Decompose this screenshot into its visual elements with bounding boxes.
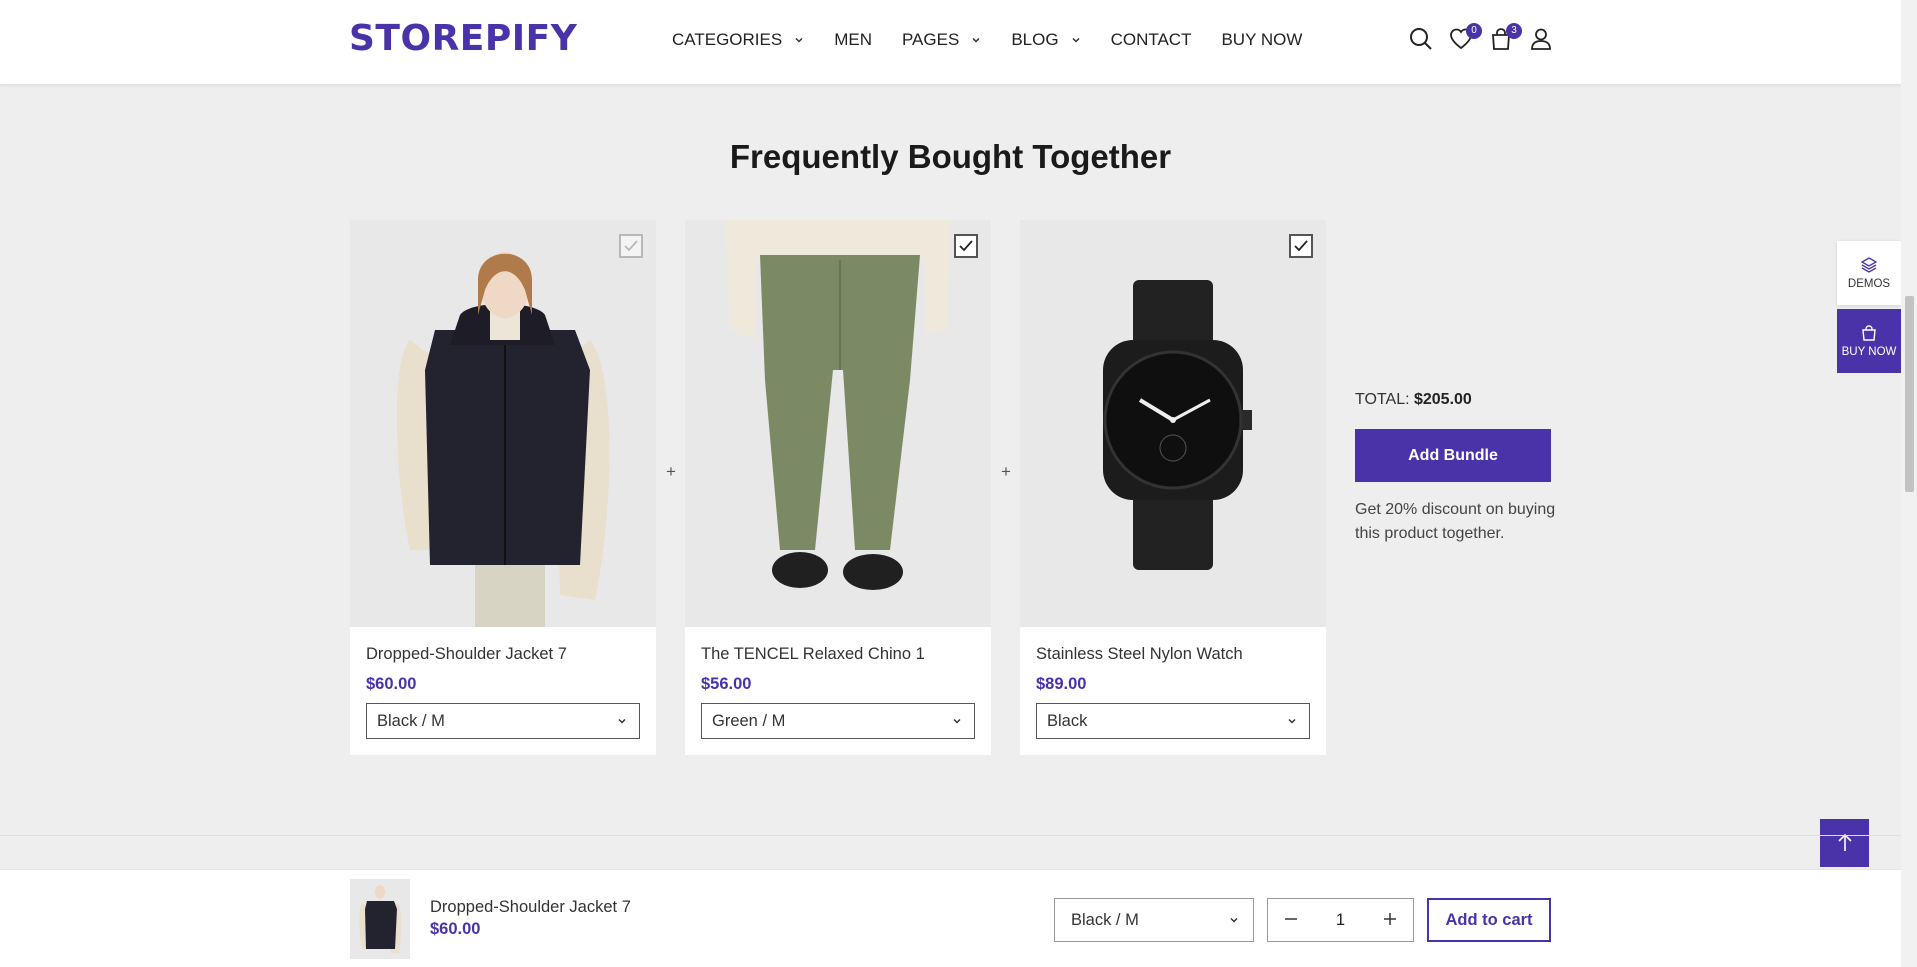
variant-select[interactable]: Black — [1036, 703, 1310, 739]
bundle-discount-note: Get 20% discount on buying this product … — [1355, 501, 1556, 542]
demos-label: DEMOS — [1847, 278, 1891, 290]
nav-label: PAGES — [901, 30, 960, 49]
side-buy-now-button[interactable]: BUY NOW — [1837, 309, 1901, 373]
add-to-cart-button[interactable]: Add to cart — [1427, 898, 1551, 942]
product-price: $60.00 — [366, 675, 417, 693]
chevron-down-icon — [1230, 917, 1238, 923]
nav-item-categories[interactable]: CATEGORIES — [672, 30, 804, 50]
nav-item-blog[interactable]: BLOG — [1011, 30, 1080, 50]
main-nav: CATEGORIES MEN PAGES BLOG CONTACT BUY NO… — [672, 30, 1332, 50]
variant-value: Black — [1047, 711, 1088, 730]
checkmark-icon — [959, 240, 973, 252]
variant-value: Black / M — [377, 711, 445, 730]
sticky-product-name: Dropped-Shoulder Jacket 7 — [430, 898, 631, 916]
plus-icon — [1384, 912, 1396, 925]
quantity-value[interactable]: 1 — [1336, 911, 1345, 930]
search-icon[interactable] — [1408, 26, 1434, 52]
plus-separator: + — [1001, 462, 1011, 481]
cart-count-badge: 3 — [1506, 23, 1522, 39]
nav-label: CONTACT — [1110, 30, 1192, 49]
checkmark-icon — [1294, 240, 1308, 252]
scrollbar-thumb[interactable] — [1905, 296, 1914, 492]
bundle-product-card: The TENCEL Relaxed Chino 1 $56.00 Green … — [685, 220, 991, 755]
layers-icon — [1860, 257, 1878, 273]
product-name[interactable]: The TENCEL Relaxed Chino 1 — [701, 645, 925, 664]
nav-label: MEN — [834, 30, 872, 49]
bundle-total: TOTAL: $205.00 — [1355, 391, 1472, 409]
product-select-checkbox[interactable] — [619, 234, 643, 258]
site-header: STOREPIFY CATEGORIES MEN PAGES BLOG CONT… — [0, 0, 1901, 85]
total-label: TOTAL: — [1355, 391, 1410, 408]
variant-select[interactable]: Green / M — [701, 703, 975, 739]
product-select-checkbox[interactable] — [1289, 234, 1313, 258]
chevron-down-icon — [1288, 718, 1296, 724]
total-value: $205.00 — [1413, 391, 1472, 408]
sticky-add-to-cart-bar: Dropped-Shoulder Jacket 7 $60.00 Black /… — [0, 869, 1901, 967]
variant-value: Green / M — [712, 711, 786, 730]
nav-item-buy-now[interactable]: BUY NOW — [1221, 30, 1302, 50]
nav-label: CATEGORIES — [672, 30, 783, 49]
user-icon[interactable] — [1528, 26, 1554, 52]
nav-item-men[interactable]: MEN — [834, 30, 872, 50]
nav-item-contact[interactable]: CONTACT — [1111, 30, 1192, 50]
variant-value: Black / M — [1071, 910, 1139, 929]
nav-label: BUY NOW — [1221, 30, 1303, 49]
product-name[interactable]: Dropped-Shoulder Jacket 7 — [366, 645, 567, 664]
sticky-product-thumbnail — [350, 879, 410, 959]
plus-separator: + — [666, 462, 676, 481]
bag-icon — [1862, 325, 1876, 341]
product-price: $89.00 — [1036, 675, 1087, 693]
arrow-up-icon — [1837, 833, 1852, 851]
nav-label: BLOG — [1011, 30, 1059, 49]
section-divider — [0, 835, 1901, 836]
header-actions: 0 3 — [1408, 23, 1554, 52]
nav-item-pages[interactable]: PAGES — [902, 30, 981, 50]
chevron-down-icon — [972, 37, 980, 43]
sticky-product-price: $60.00 — [430, 920, 481, 938]
page-scrollbar[interactable] — [1901, 0, 1917, 967]
bundle-product-card: Stainless Steel Nylon Watch $89.00 Black — [1020, 220, 1326, 755]
back-to-top-button[interactable] — [1820, 819, 1869, 867]
chevron-down-icon — [1072, 37, 1080, 43]
increase-quantity-button[interactable] — [1381, 909, 1399, 932]
product-image-chino[interactable] — [685, 220, 991, 627]
quantity-stepper: 1 — [1267, 898, 1414, 942]
chevron-down-icon — [795, 37, 803, 43]
section-title: Frequently Bought Together — [729, 138, 1172, 175]
heart-icon[interactable]: 0 — [1448, 23, 1482, 52]
product-image-jacket[interactable] — [350, 220, 656, 627]
bag-icon[interactable]: 3 — [1488, 23, 1522, 52]
product-select-checkbox[interactable] — [954, 234, 978, 258]
demos-button[interactable]: DEMOS — [1837, 241, 1901, 305]
checkmark-icon — [624, 240, 638, 252]
minus-icon — [1285, 917, 1297, 920]
bundle-product-card: Dropped-Shoulder Jacket 7 $60.00 Black /… — [350, 220, 656, 755]
buy-now-label: BUY NOW — [1841, 346, 1897, 358]
site-logo[interactable]: STOREPIFY — [349, 18, 577, 59]
sticky-variant-select[interactable]: Black / M — [1054, 898, 1254, 942]
decrease-quantity-button[interactable] — [1282, 909, 1300, 932]
wishlist-count-badge: 0 — [1466, 23, 1482, 39]
product-price: $56.00 — [701, 675, 752, 693]
variant-select[interactable]: Black / M — [366, 703, 640, 739]
add-bundle-button[interactable]: Add Bundle — [1355, 429, 1551, 482]
product-image-watch[interactable] — [1020, 220, 1326, 627]
chevron-down-icon — [618, 718, 626, 724]
chevron-down-icon — [953, 718, 961, 724]
product-name[interactable]: Stainless Steel Nylon Watch — [1036, 645, 1243, 664]
